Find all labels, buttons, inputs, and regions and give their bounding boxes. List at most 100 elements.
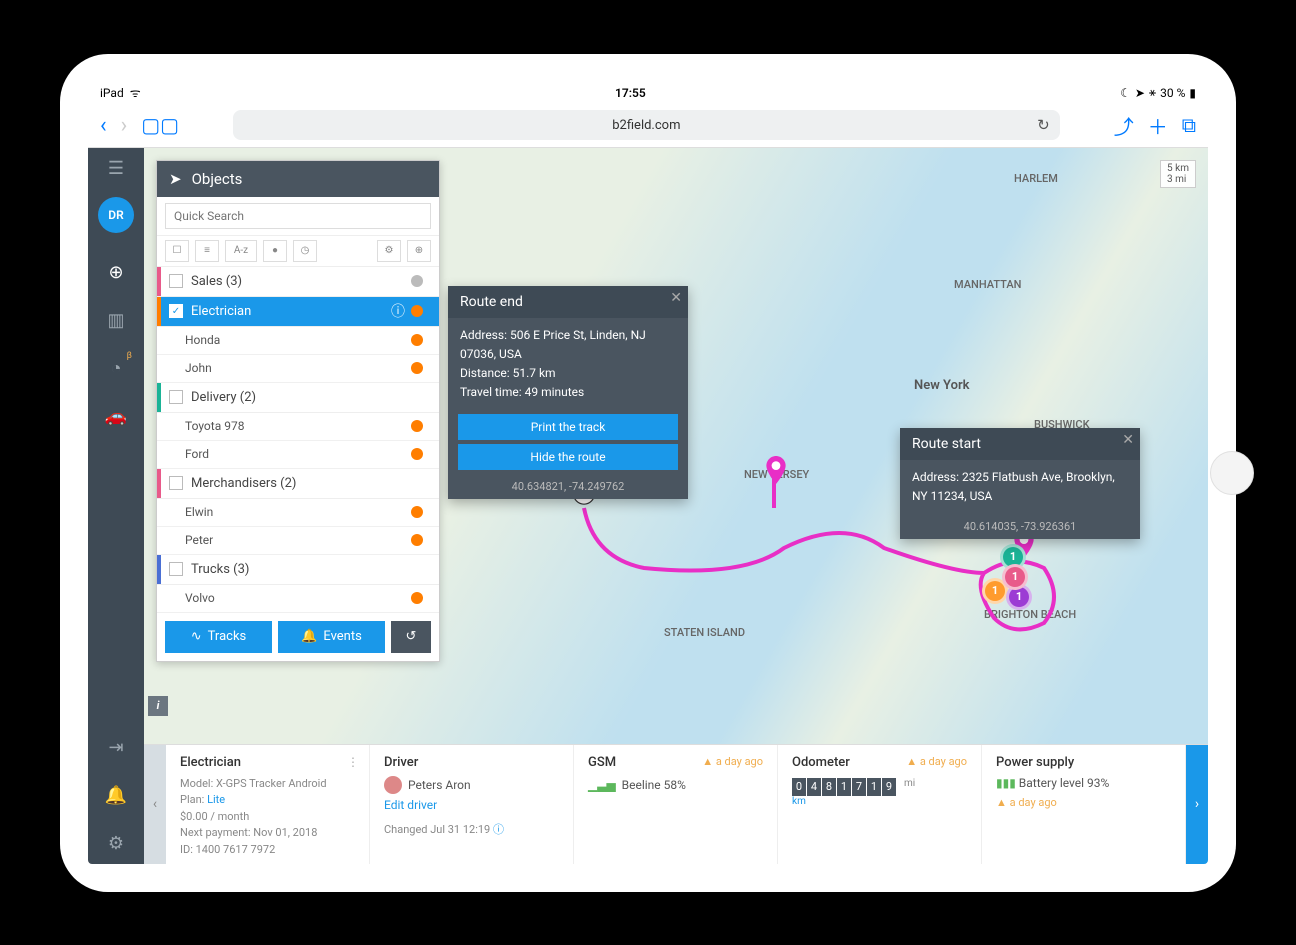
route-end-title: Route end bbox=[460, 294, 523, 310]
nav-fleet-icon[interactable]: 🚗 bbox=[96, 397, 136, 437]
location-icon: ➤ bbox=[1135, 86, 1145, 100]
settings-filters-icon[interactable]: ⚙ bbox=[377, 240, 401, 262]
group-merchandisers[interactable]: Merchandisers (2) bbox=[157, 469, 439, 499]
speed-filter-icon[interactable]: ◷ bbox=[293, 240, 317, 262]
card-driver-title: Driver bbox=[384, 755, 559, 770]
object-item[interactable]: Ford bbox=[157, 441, 439, 469]
card-object: Electrician ⋮ Model: X-GPS Tracker Andro… bbox=[166, 745, 370, 864]
group-sales[interactable]: Sales (3) bbox=[157, 267, 439, 297]
info-cards-strip: ‹ Electrician ⋮ Model: X-GPS Tracker And… bbox=[144, 744, 1208, 864]
select-all-checkbox[interactable]: ☐ bbox=[165, 240, 189, 262]
wifi-icon: ᯤ bbox=[130, 84, 141, 101]
close-icon[interactable]: ✕ bbox=[1122, 432, 1134, 448]
edit-driver-link[interactable]: Edit driver bbox=[384, 798, 559, 812]
menu-icon[interactable]: ☰ bbox=[108, 158, 124, 179]
signal-icon: ▁▃▅ bbox=[588, 778, 616, 792]
home-button[interactable] bbox=[1210, 451, 1254, 495]
route-start-coords: 40.614035, -73.926361 bbox=[900, 514, 1140, 539]
card-power-title: Power supply bbox=[996, 755, 1171, 770]
close-icon[interactable]: ✕ bbox=[670, 290, 682, 306]
sort-az-button[interactable]: A-z bbox=[225, 240, 257, 262]
route-start-address: Address: 2325 Flatbush Ave, Brooklyn, NY… bbox=[912, 468, 1128, 506]
new-tab-icon[interactable]: ＋ bbox=[1148, 111, 1168, 140]
card-gsm: GSM ▲ a day ago ▁▃▅ Beeline 58% bbox=[574, 745, 778, 864]
nav-notifications-icon[interactable]: 🔔 bbox=[96, 776, 136, 816]
share-icon[interactable]: ⤴ bbox=[1114, 111, 1134, 140]
objects-search-input[interactable] bbox=[165, 203, 431, 229]
object-item[interactable]: Peter bbox=[157, 527, 439, 555]
list-view-icon[interactable]: ≡ bbox=[195, 240, 219, 262]
nav-device-icon[interactable]: ⇥ bbox=[96, 728, 136, 768]
nav-settings-icon[interactable]: ⚙ bbox=[96, 824, 136, 864]
device-label: iPad bbox=[100, 86, 124, 100]
battery-icon: ▮ bbox=[1189, 86, 1196, 100]
card-menu-icon[interactable]: ⋮ bbox=[347, 755, 359, 769]
card-gsm-title: GSM bbox=[588, 755, 616, 770]
objects-list: Sales (3) ✓Electricianⓘ Honda John Deliv… bbox=[157, 267, 439, 613]
battery-icon: ▮▮▮ bbox=[996, 776, 1016, 790]
map-label-manhattan: MANHATTAN bbox=[954, 278, 1021, 291]
route-start-popup: Route start✕ Address: 2325 Flatbush Ave,… bbox=[900, 428, 1140, 539]
card-driver: Driver Peters Aron Edit driver Changed J… bbox=[370, 745, 574, 864]
cards-scroll-right[interactable]: › bbox=[1186, 745, 1208, 864]
status-bar: iPad ᯤ 17:55 ☾ ➤ ⚹ 30 % ▮ bbox=[88, 82, 1208, 104]
map-label-ny: New York bbox=[914, 378, 970, 393]
info-icon[interactable]: ⓘ bbox=[493, 823, 504, 836]
browser-toolbar: ‹ › ▢▢ b2field.com ↻ ⤴ ＋ ⧉ bbox=[88, 104, 1208, 148]
cards-scroll-left[interactable]: ‹ bbox=[144, 745, 166, 864]
hide-route-button[interactable]: Hide the route bbox=[458, 444, 678, 470]
objects-toolbar: ☐ ≡ A-z ● ◷ ⚙ ⊕ bbox=[157, 236, 439, 267]
card-object-title: Electrician bbox=[180, 755, 355, 770]
card-power: Power supply ▮▮▮ Battery level 93% ▲ a d… bbox=[982, 745, 1186, 864]
clock: 17:55 bbox=[141, 86, 1120, 100]
main-sidenav: ☰ DR ⊕ ▥ ◔β 🚗 ⇥ 🔔 ⚙ bbox=[88, 148, 144, 864]
warning-icon: ▲ bbox=[906, 755, 917, 768]
objects-panel: ➤ Objects ☐ ≡ A-z ● ◷ ⚙ ⊕ bbox=[156, 160, 440, 662]
object-item[interactable]: Honda bbox=[157, 327, 439, 355]
target-icon[interactable]: ⊕ bbox=[407, 240, 431, 262]
objects-header: ➤ Objects bbox=[157, 161, 439, 197]
user-avatar[interactable]: DR bbox=[98, 197, 134, 233]
route-end-distance: Distance: 51.7 km bbox=[460, 364, 676, 383]
map-label-brighton: BRIGHTON BEACH bbox=[984, 608, 1076, 621]
route-end-travel: Travel time: 49 minutes bbox=[460, 383, 676, 402]
print-track-button[interactable]: Print the track bbox=[458, 414, 678, 440]
nav-reports-icon[interactable]: ▥ bbox=[96, 301, 136, 341]
info-icon[interactable]: ⓘ bbox=[391, 301, 405, 321]
warning-icon: ▲ bbox=[702, 755, 713, 768]
battery-label: 30 % bbox=[1160, 86, 1185, 100]
route-end-coords: 40.634821, -74.249762 bbox=[448, 474, 688, 499]
route-point-marker[interactable] bbox=[762, 456, 790, 484]
url-text: b2field.com bbox=[612, 118, 680, 133]
bookmarks-icon[interactable]: ▢▢ bbox=[141, 113, 179, 137]
nav-globe-icon[interactable]: ⊕ bbox=[96, 253, 136, 293]
object-item[interactable]: Volvo bbox=[157, 585, 439, 613]
group-electrician[interactable]: ✓Electricianⓘ bbox=[157, 297, 439, 327]
events-button[interactable]: 🔔Events bbox=[278, 621, 385, 653]
cluster-marker-4[interactable]: 1 bbox=[1002, 564, 1028, 590]
odometer-digits: 0481719 bbox=[792, 778, 897, 796]
map-label-harlem: HARLEM bbox=[1014, 172, 1058, 185]
back-button[interactable]: ‹ bbox=[100, 113, 107, 138]
moon-icon: ☾ bbox=[1120, 86, 1131, 100]
info-chip[interactable]: i bbox=[148, 696, 168, 716]
history-button[interactable]: ↺ bbox=[391, 621, 431, 653]
nav-alerts-icon[interactable]: ◔β bbox=[96, 349, 136, 389]
forward-button[interactable]: › bbox=[121, 113, 128, 138]
status-filter-icon[interactable]: ● bbox=[263, 240, 287, 262]
url-bar[interactable]: b2field.com ↻ bbox=[233, 110, 1060, 140]
map-scale: 5 km3 mi bbox=[1160, 160, 1196, 188]
tabs-icon[interactable]: ⧉ bbox=[1182, 113, 1196, 137]
tracks-button[interactable]: ∿Tracks bbox=[165, 621, 272, 653]
object-item[interactable]: Toyota 978 bbox=[157, 413, 439, 441]
group-delivery[interactable]: Delivery (2) bbox=[157, 383, 439, 413]
group-trucks[interactable]: Trucks (3) bbox=[157, 555, 439, 585]
map-area[interactable]: New York MANHATTAN BRIGHTON BEACH HARLEM… bbox=[144, 148, 1208, 864]
route-icon: ∿ bbox=[191, 629, 202, 644]
object-item[interactable]: John bbox=[157, 355, 439, 383]
objects-title: Objects bbox=[192, 170, 243, 188]
object-item[interactable]: Elwin bbox=[157, 499, 439, 527]
reload-icon[interactable]: ↻ bbox=[1037, 116, 1050, 134]
route-end-popup: Route end✕ Address: 506 E Price St, Lind… bbox=[448, 286, 688, 500]
bluetooth-icon: ⚹ bbox=[1149, 85, 1156, 100]
